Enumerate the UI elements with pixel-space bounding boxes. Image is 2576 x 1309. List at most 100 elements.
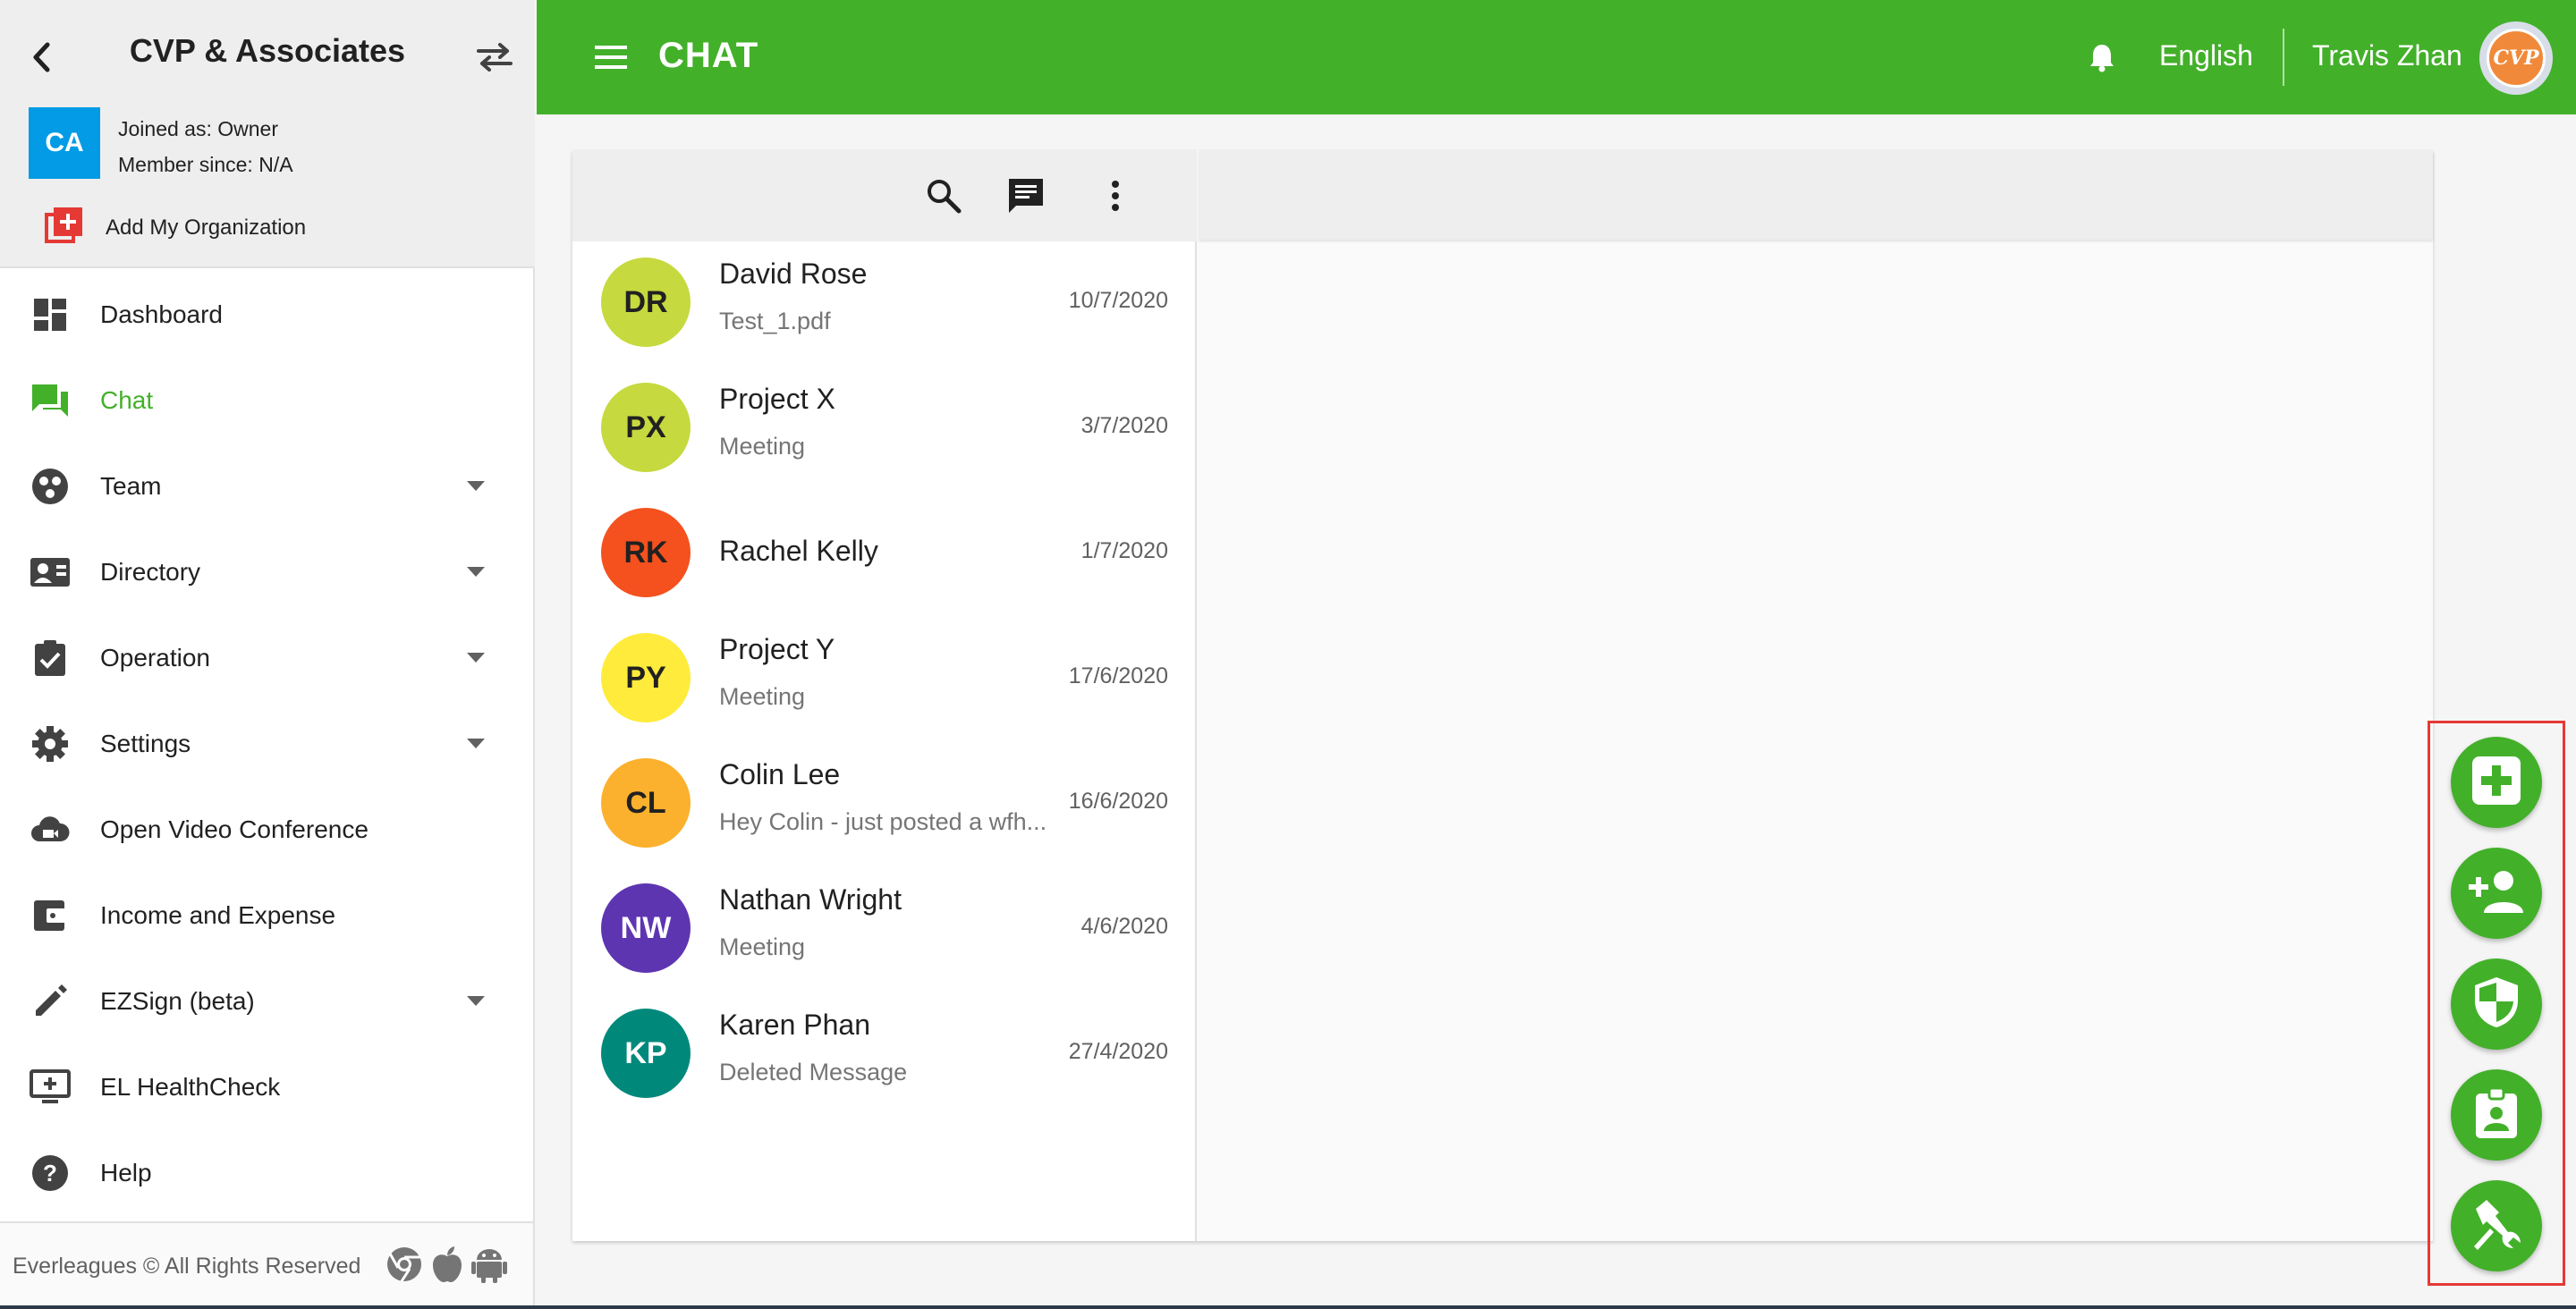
sidebar-item-settings[interactable]: Settings [0, 701, 533, 787]
dashboard-icon [29, 293, 72, 336]
conversation-date: 27/4/2020 [1068, 1039, 1168, 1064]
membership-info: Joined as: Owner Member since: N/A [118, 111, 293, 182]
avatar: NW [601, 883, 691, 973]
avatar: DR [601, 258, 691, 347]
back-icon[interactable] [23, 36, 59, 79]
chevron-down-icon[interactable] [467, 481, 485, 491]
conversation-name: Project X [719, 383, 835, 415]
tools-button[interactable] [2451, 1180, 2542, 1271]
conversation-date: 10/7/2020 [1068, 288, 1168, 313]
clipboard-check-icon [29, 637, 72, 680]
member-since-label: Member since: N/A [118, 153, 293, 176]
sidebar-item-label: Operation [100, 644, 210, 671]
new-message-icon[interactable] [1004, 173, 1048, 218]
medical-plus-button[interactable] [2451, 737, 2542, 828]
conversation-preview: Test_1.pdf [719, 308, 831, 334]
sidebar-item-directory[interactable]: Directory [0, 529, 533, 615]
add-organization-button[interactable]: Add My Organization [43, 204, 306, 251]
sidebar-item-operation[interactable]: Operation [0, 615, 533, 701]
conversation-detail-toolbar [1199, 150, 2433, 240]
security-button[interactable] [2451, 959, 2542, 1050]
conversation-list-pane: DR David Rose Test_1.pdf 10/7/2020 PX Pr… [572, 150, 1197, 1241]
chat-panel: DR David Rose Test_1.pdf 10/7/2020 PX Pr… [572, 150, 2433, 1241]
chevron-down-icon[interactable] [467, 653, 485, 663]
conversation-item[interactable]: PY Project Y Meeting 17/6/2020 [572, 615, 1197, 740]
sidebar: CVP & Associates CA Joined as: Owner Mem… [0, 0, 535, 1309]
android-icon[interactable] [471, 1246, 508, 1288]
search-icon[interactable] [921, 173, 966, 218]
conversation-date: 1/7/2020 [1080, 538, 1168, 563]
platform-links [386, 1246, 508, 1288]
conversation-date: 17/6/2020 [1068, 663, 1168, 688]
avatar: RK [601, 508, 691, 597]
sidebar-item-ezsign[interactable]: EZSign (beta) [0, 959, 533, 1044]
copyright-text: Everleagues © All Rights Reserved [13, 1253, 361, 1279]
wallet-icon [29, 894, 72, 937]
switch-org-icon[interactable] [472, 36, 517, 79]
sidebar-item-label: Team [100, 472, 162, 500]
conversation-name: Rachel Kelly [719, 535, 878, 567]
divider [2283, 29, 2284, 86]
conversation-item[interactable]: PX Project X Meeting 3/7/2020 [572, 365, 1197, 490]
sidebar-item-help[interactable]: ? Help [0, 1130, 533, 1216]
add-box-icon [43, 204, 86, 251]
conversation-name: Colin Lee [719, 758, 841, 790]
chevron-down-icon[interactable] [467, 996, 485, 1006]
sidebar-item-dashboard[interactable]: Dashboard [0, 272, 533, 358]
conversation-preview: Meeting [719, 433, 806, 460]
conversation-list-toolbar [572, 150, 1197, 241]
conversation-name: Project Y [719, 633, 835, 665]
apple-icon[interactable] [430, 1246, 464, 1288]
sidebar-item-label: Directory [100, 558, 201, 586]
sidebar-item-video-conference[interactable]: Open Video Conference [0, 787, 533, 873]
language-selector[interactable]: English [2159, 39, 2253, 72]
sidebar-item-label: Chat [100, 386, 154, 414]
conversation-name: Karen Phan [719, 1009, 871, 1041]
sidebar-item-label: EL HealthCheck [100, 1073, 281, 1101]
org-name: CVP & Associates [129, 32, 406, 69]
more-vertical-icon[interactable] [1093, 173, 1138, 218]
user-name[interactable]: Travis Zhan [2312, 39, 2462, 72]
conversation-item[interactable]: DR David Rose Test_1.pdf 10/7/2020 [572, 240, 1197, 365]
add-person-icon [2468, 868, 2525, 919]
monitor-plus-icon [29, 1066, 72, 1109]
video-cloud-icon [29, 808, 72, 851]
chevron-down-icon[interactable] [467, 739, 485, 748]
joined-as-label: Joined as: Owner [118, 117, 278, 140]
conversation-preview: Deleted Message [719, 1059, 908, 1085]
contact-card-icon [29, 551, 72, 594]
sidebar-item-income-expense[interactable]: Income and Expense [0, 873, 533, 959]
sidebar-item-healthcheck[interactable]: EL HealthCheck [0, 1044, 533, 1130]
menu-icon[interactable] [590, 38, 631, 77]
pencil-icon [29, 980, 72, 1023]
tools-icon [2469, 1196, 2524, 1256]
add-person-button[interactable] [2451, 848, 2542, 939]
add-organization-label: Add My Organization [106, 215, 307, 240]
conversation-preview: Meeting [719, 683, 806, 710]
user-avatar[interactable]: CVP [2479, 21, 2553, 95]
sidebar-item-label: Dashboard [100, 300, 223, 328]
conversation-name: David Rose [719, 258, 868, 290]
chrome-icon[interactable] [386, 1246, 423, 1288]
medical-plus-icon [2470, 755, 2522, 811]
sidebar-item-label: EZSign (beta) [100, 987, 255, 1015]
avatar: KP [601, 1009, 691, 1098]
badge-button[interactable] [2451, 1069, 2542, 1161]
shield-icon [2473, 975, 2520, 1034]
avatar: PX [601, 383, 691, 472]
conversation-item[interactable]: RK Rachel Kelly 1/7/2020 [572, 490, 1197, 615]
sidebar-footer: Everleagues © All Rights Reserved [0, 1221, 533, 1309]
conversation-date: 4/6/2020 [1080, 914, 1168, 939]
conversation-preview: Hey Colin - just posted a wfh... [719, 808, 1047, 835]
conversation-item[interactable]: NW Nathan Wright Meeting 4/6/2020 [572, 866, 1197, 991]
help-icon: ? [29, 1152, 72, 1195]
sidebar-item-team[interactable]: Team [0, 443, 533, 529]
chevron-down-icon[interactable] [467, 567, 485, 577]
avatar: CL [601, 758, 691, 848]
conversation-item[interactable]: CL Colin Lee Hey Colin - just posted a w… [572, 740, 1197, 866]
badge-icon [2474, 1086, 2519, 1144]
org-avatar: CA [29, 107, 100, 179]
conversation-item[interactable]: KP Karen Phan Deleted Message 27/4/2020 [572, 991, 1197, 1116]
sidebar-item-chat[interactable]: Chat [0, 358, 533, 443]
bell-icon[interactable] [2084, 39, 2120, 75]
